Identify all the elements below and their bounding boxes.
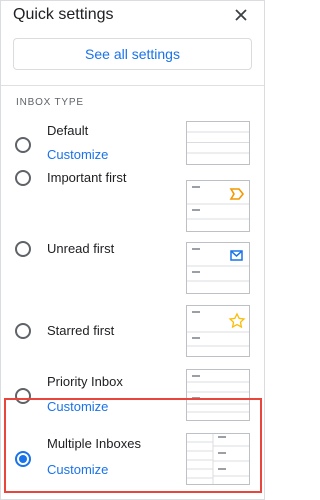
panel-title: Quick settings [13, 6, 114, 23]
unread-first-thumbnail [186, 242, 250, 294]
mail-icon [230, 250, 243, 261]
radio-starred-first[interactable] [15, 323, 31, 339]
divider [1, 85, 264, 86]
option-important-first[interactable]: Important first [6, 170, 260, 232]
important-first-thumbnail [186, 180, 250, 232]
radio-default[interactable] [15, 137, 31, 153]
customize-link[interactable]: Customize [47, 147, 108, 162]
option-label: Priority Inbox [47, 374, 123, 389]
option-label: Important first [47, 170, 127, 185]
selection-highlight [4, 398, 262, 493]
star-icon [228, 312, 246, 329]
option-label: Default [47, 123, 89, 138]
quick-settings-panel: Quick settings See all settings INBOX TY… [0, 0, 265, 500]
inbox-type-heading: INBOX TYPE [16, 97, 84, 108]
option-default[interactable]: Default Customize [6, 119, 260, 171]
close-icon[interactable] [230, 4, 252, 26]
radio-unread-first[interactable] [15, 241, 31, 257]
option-label: Unread first [47, 241, 115, 256]
important-icon [229, 188, 245, 200]
option-unread-first[interactable]: Unread first [6, 241, 260, 294]
starred-first-thumbnail [186, 305, 250, 357]
see-all-settings-button[interactable]: See all settings [13, 38, 252, 70]
default-thumbnail [186, 121, 250, 165]
radio-important-first[interactable] [15, 170, 31, 186]
panel-header: Quick settings [1, 1, 264, 31]
option-label: Starred first [47, 323, 115, 338]
option-starred-first[interactable]: Starred first [6, 305, 260, 357]
